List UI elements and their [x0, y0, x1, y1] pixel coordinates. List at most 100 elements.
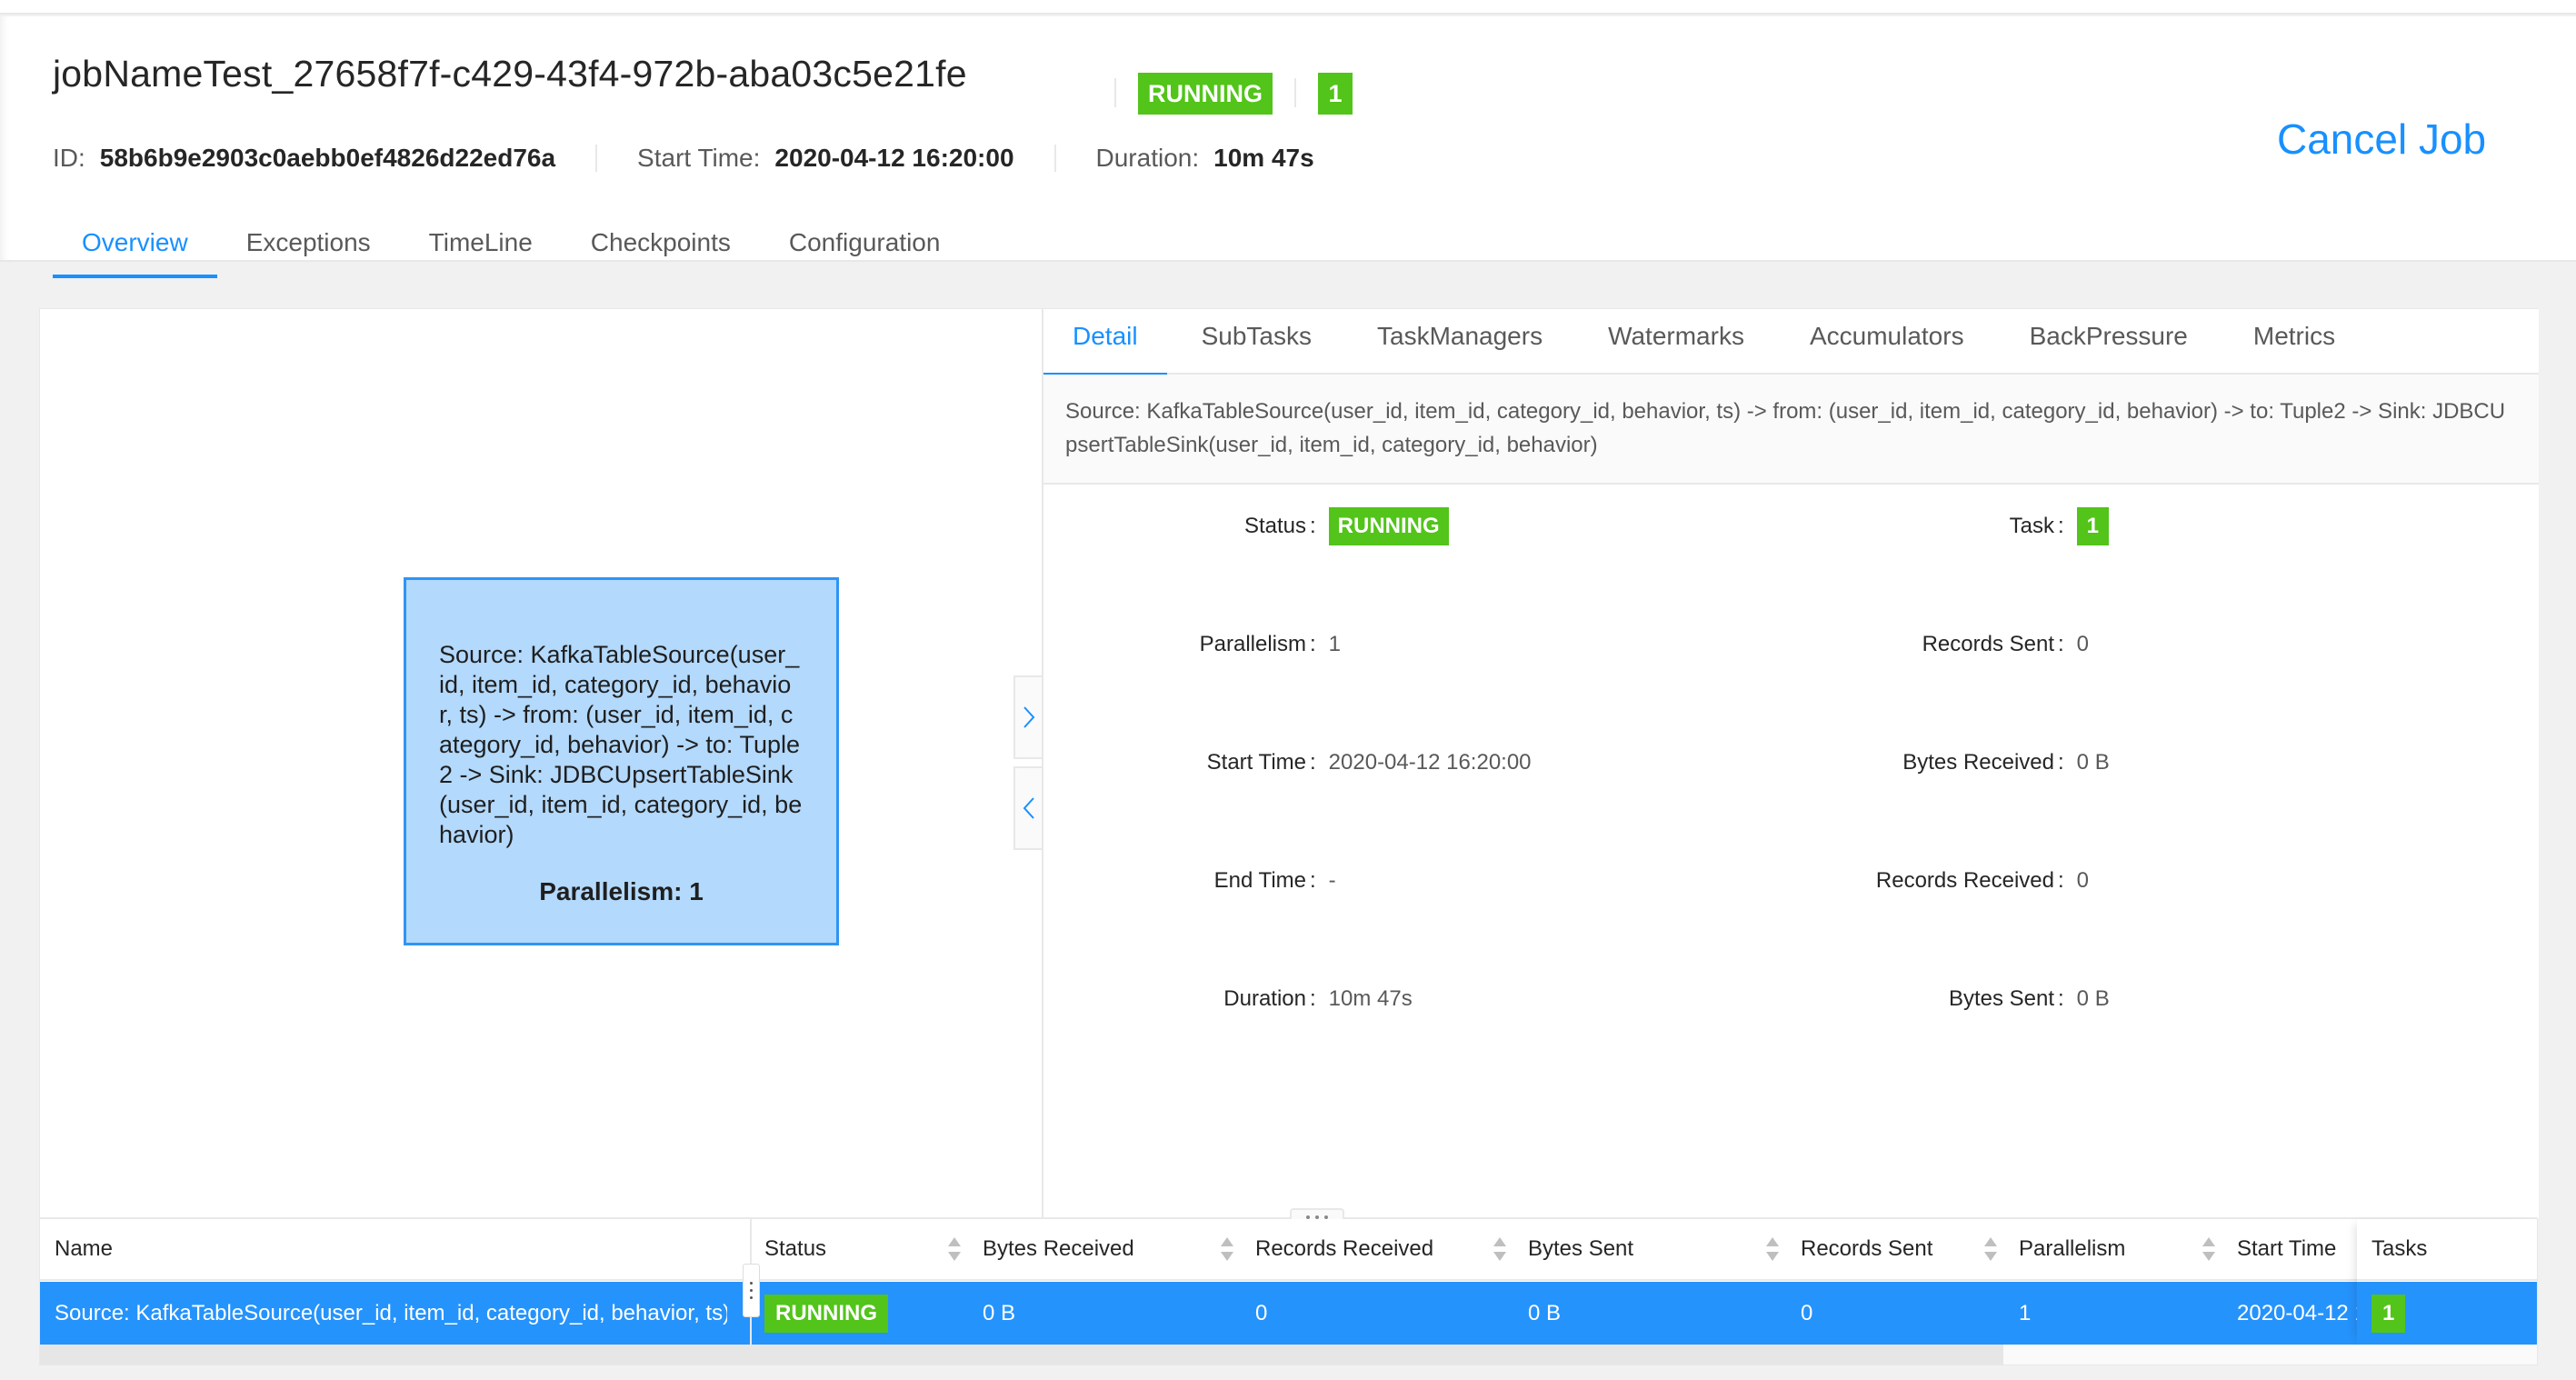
scrollbar-thumb[interactable] — [40, 1345, 2003, 1365]
field-value: - — [1328, 868, 1336, 893]
field-records-received: Records Received: 0 — [1680, 862, 2089, 900]
job-id-label: ID: — [53, 144, 85, 172]
tab-subtasks[interactable]: SubTasks — [1171, 309, 1343, 375]
cell-status: RUNNING — [764, 1282, 961, 1345]
tab-timeline[interactable]: TimeLine — [400, 220, 562, 278]
chevron-left-icon — [1023, 797, 1034, 819]
job-tabs: Overview Exceptions TimeLine Checkpoints… — [53, 220, 969, 278]
vertex-table-header: Name Status Bytes Received Records Recei… — [40, 1219, 2537, 1281]
cancel-job-button[interactable]: Cancel Job — [2277, 115, 2486, 164]
meta-divider — [1053, 145, 1056, 172]
cell-parallelism: 1 — [2019, 1300, 2032, 1325]
field-value: 0 B — [2076, 750, 2110, 775]
field-status: Status: RUNNING — [1043, 507, 1449, 545]
cell-start-time: 2020-04-12 16:20:00 — [2237, 1300, 2357, 1325]
cell-bytes-sent: 0 B — [1528, 1300, 1562, 1325]
field-value: 1 — [1328, 632, 1342, 656]
graph-node-label: Source: KafkaTableSource(user_id, item_i… — [439, 641, 803, 848]
title-divider — [1294, 78, 1296, 107]
tab-accumulators[interactable]: Accumulators — [1779, 309, 1995, 375]
field-value: 0 B — [2076, 986, 2110, 1011]
column-header-start-time[interactable]: Start Time — [2237, 1219, 2357, 1279]
job-meta: ID: 58b6b9e2903c0aebb0ef4826d22ed76a Sta… — [53, 142, 1314, 175]
tab-checkpoints[interactable]: Checkpoints — [562, 220, 760, 278]
dot-icon — [750, 1296, 753, 1299]
column-header-records-received[interactable]: Records Received — [1255, 1219, 1506, 1279]
task-badge: 1 — [2371, 1294, 2406, 1333]
dot-icon — [750, 1289, 753, 1292]
job-header: jobNameTest_27658f7f-c429-43f4-972b-aba0… — [0, 16, 2576, 278]
sort-icon[interactable] — [2202, 1237, 2215, 1261]
chevron-right-icon — [1023, 706, 1034, 728]
column-header-records-sent[interactable]: Records Sent — [1801, 1219, 1997, 1279]
field-value: 10m 47s — [1328, 986, 1413, 1011]
column-header-name[interactable]: Name — [55, 1219, 727, 1279]
sort-icon[interactable] — [1766, 1237, 1779, 1261]
tab-watermarks[interactable]: Watermarks — [1577, 309, 1775, 375]
tab-backpressure[interactable]: BackPressure — [1999, 309, 2219, 375]
field-end-time: End Time: - — [1043, 862, 1336, 900]
sort-icon[interactable] — [948, 1237, 961, 1261]
field-label: Records Received — [1875, 868, 2054, 893]
job-status-badge: RUNNING — [1138, 73, 1273, 115]
tab-detail[interactable]: Detail — [1043, 309, 1167, 376]
dot-icon — [750, 1282, 753, 1285]
column-header-status[interactable]: Status — [764, 1219, 961, 1279]
field-label: Records Sent — [1922, 632, 2054, 656]
job-start-label: Start Time: — [637, 144, 761, 172]
vertex-detail-panel: Detail SubTasks TaskManagers Watermarks … — [1042, 309, 2539, 1218]
field-task: Task: 1 — [1680, 507, 2110, 545]
status-badge: RUNNING — [1328, 507, 1449, 545]
column-header-tasks: Tasks — [2357, 1219, 2537, 1279]
cell-tasks: 1 — [2357, 1282, 2537, 1345]
title-divider — [1114, 78, 1116, 107]
job-title: jobNameTest_27658f7f-c429-43f4-972b-aba0… — [53, 53, 967, 95]
graph-node[interactable]: Source: KafkaTableSource(user_id, item_i… — [404, 577, 839, 945]
collapse-detail-button[interactable] — [1013, 766, 1042, 850]
tab-metrics[interactable]: Metrics — [2222, 309, 2366, 375]
cell-records-received: 0 — [1255, 1300, 1268, 1325]
detail-tabs: Detail SubTasks TaskManagers Watermarks … — [1043, 309, 2539, 376]
tab-exceptions[interactable]: Exceptions — [217, 220, 400, 278]
job-id-value: 58b6b9e2903c0aebb0ef4826d22ed76a — [99, 144, 556, 172]
status-badge: RUNNING — [764, 1294, 888, 1333]
expand-detail-button[interactable] — [1013, 675, 1042, 759]
job-task-count-badge: 1 — [1318, 73, 1353, 115]
field-value: 0 — [2076, 868, 2090, 893]
field-bytes-received: Bytes Received: 0 B — [1680, 744, 2110, 782]
tab-taskmanagers[interactable]: TaskManagers — [1346, 309, 1573, 375]
table-horizontal-scrollbar[interactable] — [40, 1345, 2537, 1365]
sort-icon[interactable] — [1221, 1237, 1233, 1261]
top-bar — [0, 0, 2576, 15]
field-duration: Duration: 10m 47s — [1043, 980, 1413, 1018]
column-resize-handle[interactable] — [743, 1264, 760, 1317]
job-graph[interactable]: Source: KafkaTableSource(user_id, item_i… — [40, 309, 1042, 1218]
table-row[interactable]: Source: KafkaTableSource(user_id, item_i… — [40, 1282, 2537, 1345]
field-value: 0 — [2076, 632, 2090, 656]
field-start-time: Start Time: 2020-04-12 16:20:00 — [1043, 744, 1532, 782]
vertex-description: Source: KafkaTableSource(user_id, item_i… — [1043, 375, 2539, 485]
graph-node-parallelism: Parallelism: 1 — [539, 877, 704, 905]
meta-divider — [595, 145, 598, 172]
job-duration-value: 10m 47s — [1213, 144, 1314, 172]
column-header-bytes-sent[interactable]: Bytes Sent — [1528, 1219, 1779, 1279]
cell-records-sent: 0 — [1801, 1300, 1813, 1325]
field-value: 2020-04-12 16:20:00 — [1328, 750, 1532, 775]
field-label: Status — [1243, 514, 1306, 538]
field-bytes-sent: Bytes Sent: 0 B — [1680, 980, 2110, 1018]
sort-icon[interactable] — [1493, 1237, 1506, 1261]
field-label: Task — [2009, 514, 2054, 538]
cell-bytes-received: 0 B — [983, 1300, 1016, 1325]
field-label: Parallelism — [1199, 632, 1306, 656]
tab-overview[interactable]: Overview — [53, 220, 217, 278]
sort-icon[interactable] — [1984, 1237, 1997, 1261]
cell-name[interactable]: Source: KafkaTableSource(user_id, item_i… — [55, 1282, 727, 1345]
field-label: Bytes Received — [1902, 750, 2054, 775]
task-badge: 1 — [2076, 507, 2110, 545]
column-header-bytes-received[interactable]: Bytes Received — [983, 1219, 1233, 1279]
field-records-sent: Records Sent: 0 — [1680, 625, 2089, 664]
column-header-parallelism[interactable]: Parallelism — [2019, 1219, 2215, 1279]
overview-panel: Source: KafkaTableSource(user_id, item_i… — [39, 308, 2539, 1365]
tab-configuration[interactable]: Configuration — [760, 220, 970, 278]
field-label: Start Time — [1206, 750, 1306, 775]
